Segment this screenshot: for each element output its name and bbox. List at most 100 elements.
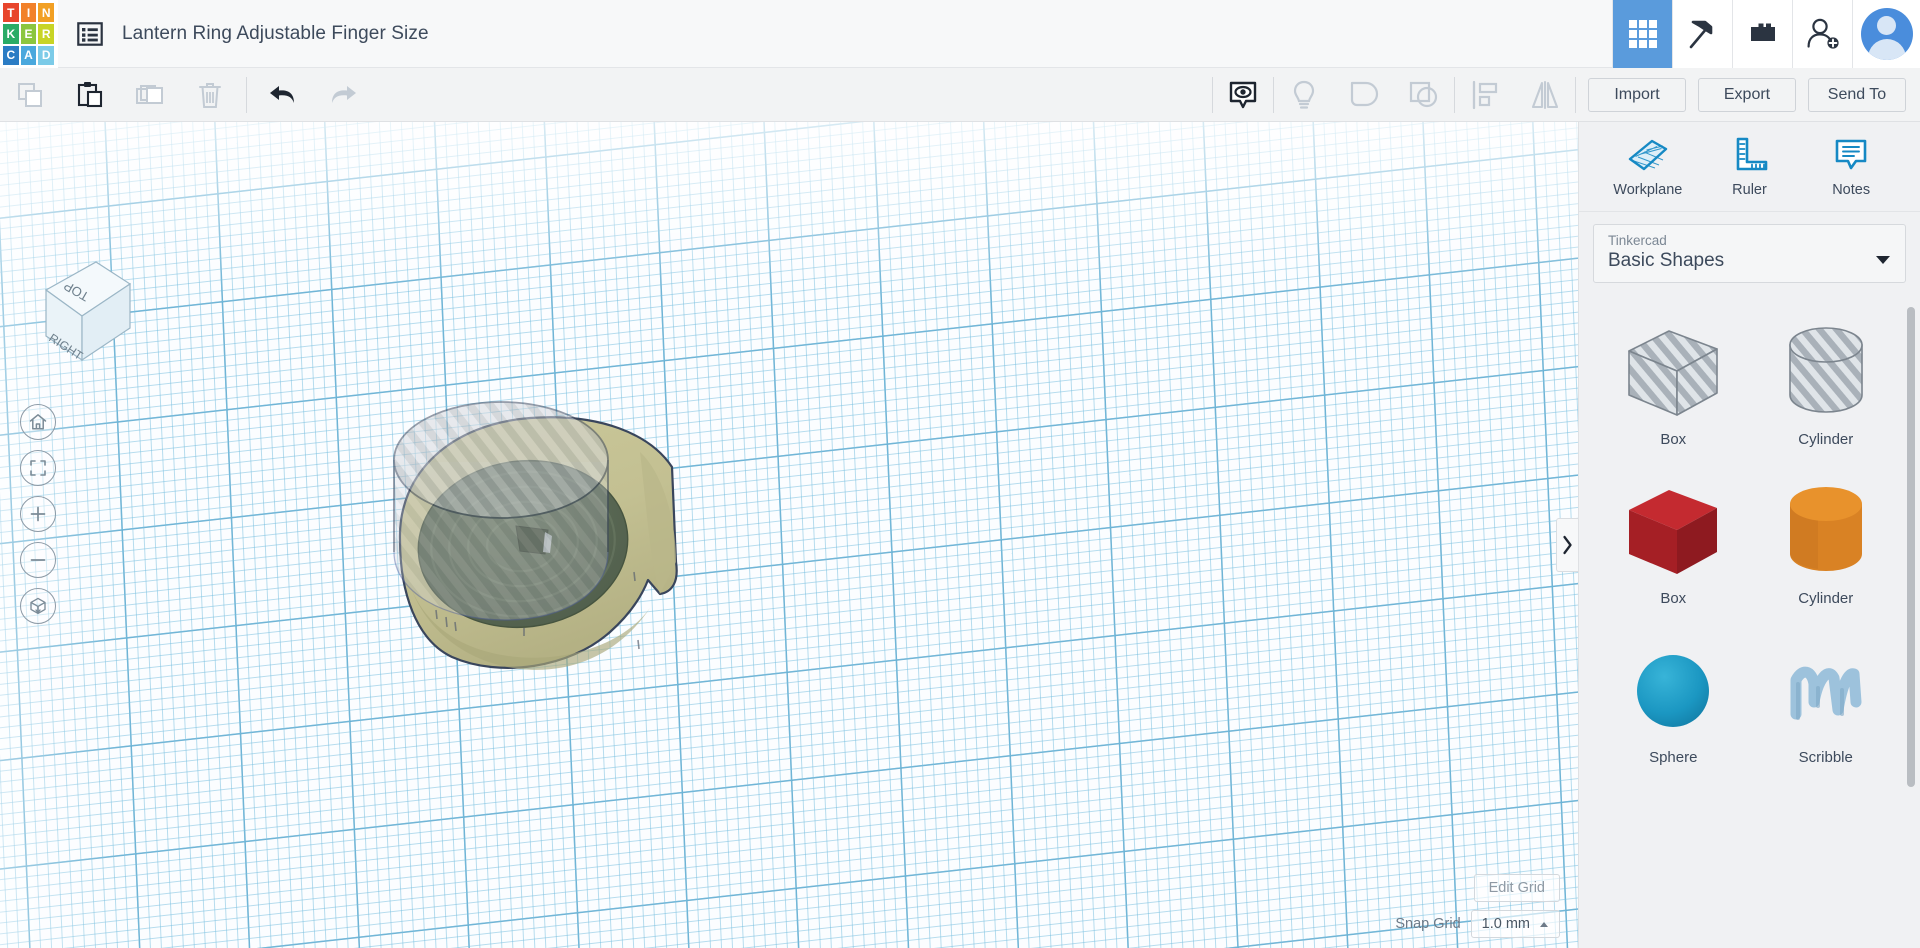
workplane-canvas[interactable]: TOP RIGHT	[0, 122, 1578, 948]
group-button[interactable]	[1334, 68, 1394, 122]
avatar	[1861, 8, 1913, 60]
cylinder-hole-icon	[1776, 323, 1876, 423]
note-eye-icon	[1225, 77, 1261, 113]
lightbulb-icon	[1287, 78, 1321, 112]
shapes-grid: Box	[1597, 307, 1902, 780]
redo-icon	[326, 80, 360, 110]
undo-button[interactable]	[253, 68, 313, 122]
logo-letter: K	[3, 24, 19, 43]
scribble-icon	[1776, 644, 1876, 738]
codeblocks-button[interactable]	[1672, 0, 1732, 68]
pickaxe-icon	[1685, 16, 1721, 52]
logo-letter: R	[38, 24, 54, 43]
gallery-grid-button[interactable]	[1612, 0, 1672, 68]
notes-icon	[1831, 135, 1871, 175]
shape-library-selector[interactable]: Tinkercad Basic Shapes	[1593, 224, 1906, 283]
zoom-out-button[interactable]	[20, 542, 56, 578]
import-button[interactable]: Import	[1588, 78, 1686, 112]
shape-item-cylinder-solid[interactable]: Cylinder	[1750, 466, 1903, 621]
mirror-icon	[1527, 79, 1563, 111]
grid-gallery-icon	[1626, 17, 1660, 51]
group-icon	[1346, 78, 1382, 112]
view-cube[interactable]: TOP RIGHT	[18, 248, 136, 370]
shape-item-box-solid[interactable]: Box	[1597, 466, 1750, 621]
shapes-scrollbar-thumb[interactable]	[1907, 307, 1915, 787]
ruler-tool-label: Ruler	[1732, 182, 1767, 198]
workplane-tool-label: Workplane	[1613, 182, 1682, 198]
workplane-icon	[1626, 135, 1670, 175]
workplane-tool[interactable]: Workplane	[1600, 135, 1696, 198]
perspective-toggle-button[interactable]	[20, 588, 56, 624]
edit-grid-button[interactable]: Edit Grid	[1474, 874, 1560, 902]
topbar-spacer	[429, 0, 1612, 67]
box-hole-icon	[1621, 323, 1725, 423]
bricks-button[interactable]	[1732, 0, 1792, 68]
toolbar-divider	[1575, 77, 1576, 113]
ruler-tool[interactable]: Ruler	[1701, 135, 1797, 198]
duplicate-button[interactable]	[120, 68, 180, 122]
align-button[interactable]	[1455, 68, 1515, 122]
fit-to-view-button[interactable]	[20, 450, 56, 486]
logo-letter: A	[21, 46, 37, 65]
shape-label: Cylinder	[1798, 431, 1853, 448]
cube-arrow-icon	[28, 596, 48, 617]
topbar-icon-group	[1612, 0, 1920, 68]
shape-label: Box	[1660, 431, 1686, 448]
chevron-right-icon	[1562, 535, 1573, 555]
paste-button[interactable]	[60, 68, 120, 122]
add-person-icon	[1805, 17, 1841, 51]
box-solid-icon	[1621, 482, 1725, 582]
ungroup-button[interactable]	[1394, 68, 1454, 122]
show-all-button[interactable]	[1213, 68, 1273, 122]
shape-thumbnail	[1621, 321, 1725, 425]
shape-thumbnail	[1776, 321, 1876, 425]
logo-letter: T	[3, 3, 19, 22]
send-to-button[interactable]: Send To	[1808, 78, 1906, 112]
minus-icon	[28, 550, 48, 570]
logo-letter: N	[38, 3, 54, 22]
ungroup-icon	[1406, 78, 1442, 112]
align-icon	[1468, 79, 1502, 111]
redo-button[interactable]	[313, 68, 373, 122]
undo-icon	[266, 80, 300, 110]
shape-thumbnail	[1621, 480, 1725, 584]
shape-thumbnail	[1776, 639, 1876, 743]
toolbar-divider	[246, 77, 247, 113]
delete-button[interactable]	[180, 68, 240, 122]
page-title: Lantern Ring Adjustable Finger Size	[114, 0, 429, 67]
cylinder-solid-icon	[1776, 482, 1876, 582]
list-icon	[77, 22, 103, 46]
user-account-button[interactable]	[1852, 0, 1920, 68]
hide-button[interactable]	[1274, 68, 1334, 122]
chevron-up-icon	[1539, 921, 1549, 928]
design-list-button[interactable]	[66, 0, 114, 67]
shape-item-scribble[interactable]: Scribble	[1750, 625, 1903, 780]
snap-grid-select[interactable]: 1.0 mm	[1471, 910, 1560, 938]
copy-button[interactable]	[0, 68, 60, 122]
shape-item-cylinder-hole[interactable]: Cylinder	[1750, 307, 1903, 462]
home-view-button[interactable]	[20, 404, 56, 440]
shape-item-box-hole[interactable]: Box	[1597, 307, 1750, 462]
export-button[interactable]: Export	[1698, 78, 1796, 112]
shape-label: Box	[1660, 590, 1686, 607]
fit-frame-icon	[28, 458, 48, 478]
chevron-down-icon	[1875, 255, 1891, 265]
notes-tool[interactable]: Notes	[1803, 135, 1899, 198]
shape-thumbnail	[1776, 480, 1876, 584]
zoom-in-button[interactable]	[20, 496, 56, 532]
shape-label: Scribble	[1799, 749, 1853, 766]
shapes-list[interactable]: Box	[1579, 293, 1920, 948]
edit-toolbar: Import Export Send To	[0, 68, 1920, 122]
logo-letter: I	[21, 3, 37, 22]
mirror-button[interactable]	[1515, 68, 1575, 122]
shape-thumbnail	[1626, 639, 1720, 743]
collapse-panel-button[interactable]	[1556, 518, 1578, 572]
plus-icon	[28, 504, 48, 524]
tinkercad-logo[interactable]: T I N K E R C A D	[0, 0, 58, 68]
shape-library-selector-wrap: Tinkercad Basic Shapes	[1579, 212, 1920, 293]
invite-people-button[interactable]	[1792, 0, 1852, 68]
copy-icon	[14, 79, 46, 111]
shape-item-sphere[interactable]: Sphere	[1597, 625, 1750, 780]
home-icon	[28, 412, 48, 432]
paste-icon	[74, 79, 106, 111]
